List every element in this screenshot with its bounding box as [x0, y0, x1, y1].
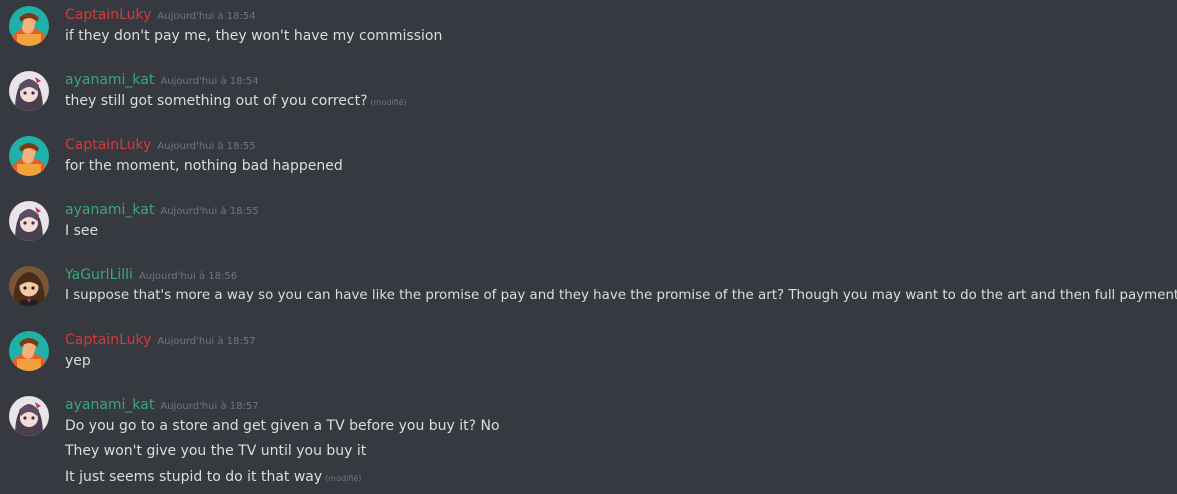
- message-header: CaptainLuky Aujourd'hui à 18:57: [65, 329, 256, 352]
- captainluky-avatar-icon[interactable]: [9, 6, 49, 46]
- message-group: CaptainLuky Aujourd'hui à 18:57 yep: [0, 325, 1177, 390]
- message-timestamp[interactable]: Aujourd'hui à 18:54: [160, 76, 258, 87]
- author-name[interactable]: ayanami_kat: [65, 397, 154, 413]
- message-timestamp[interactable]: Aujourd'hui à 18:56: [139, 271, 237, 282]
- captainluky-avatar-icon[interactable]: [9, 331, 49, 371]
- edited-indicator: (modifié): [370, 98, 407, 107]
- message-text: I see: [65, 223, 99, 239]
- message-group: ayanami_kat Aujourd'hui à 18:57 Do you go…: [0, 390, 1177, 494]
- message-content: They won't give you the TV until you buy…: [65, 441, 366, 461]
- message-header: ayanami_kat Aujourd'hui à 18:57: [65, 394, 259, 417]
- message-header: ayanami_kat Aujourd'hui à 18:55: [65, 199, 259, 222]
- yagurllilli-avatar-icon[interactable]: [9, 266, 49, 306]
- author-name[interactable]: ayanami_kat: [65, 202, 154, 218]
- message-content: I suppose that's more a way so you can h…: [65, 286, 1177, 306]
- ayanami-kat-avatar-icon[interactable]: [9, 396, 49, 436]
- edited-indicator: (modifié): [325, 474, 362, 483]
- message-content: I see: [65, 221, 98, 241]
- message-group: ayanami_kat Aujourd'hui à 18:55 I see: [0, 195, 1177, 260]
- message-timestamp[interactable]: Aujourd'hui à 18:57: [160, 401, 258, 412]
- ayanami-kat-avatar-icon[interactable]: [9, 71, 49, 111]
- message-text: They won't give you the TV until you buy…: [65, 443, 367, 459]
- ayanami-kat-avatar-icon[interactable]: [9, 201, 49, 241]
- message-header: YaGurlLilli Aujourd'hui à 18:56: [65, 264, 237, 287]
- message-group: YaGurlLilli Aujourd'hui à 18:56 I suppose…: [0, 260, 1177, 325]
- message-text: It just seems stupid to do it that way: [65, 469, 323, 485]
- message-header: CaptainLuky Aujourd'hui à 18:55: [65, 134, 256, 157]
- author-name[interactable]: ayanami_kat: [65, 72, 154, 88]
- message-text: they still got something out of you corr…: [65, 93, 368, 109]
- author-name[interactable]: CaptainLuky: [65, 7, 151, 23]
- message-group: CaptainLuky Aujourd'hui à 18:54 if they d…: [0, 0, 1177, 65]
- message-group: ayanami_kat Aujourd'hui à 18:54 they stil…: [0, 65, 1177, 130]
- message-content: if they don't pay me, they won't have my…: [65, 26, 442, 46]
- author-name[interactable]: YaGurlLilli: [65, 267, 133, 283]
- message-timestamp[interactable]: Aujourd'hui à 18:57: [157, 336, 255, 347]
- message-text: for the moment, nothing bad happened: [65, 158, 343, 174]
- message-timestamp[interactable]: Aujourd'hui à 18:55: [157, 141, 255, 152]
- message-content: It just seems stupid to do it that way (m…: [65, 467, 361, 489]
- message-header: ayanami_kat Aujourd'hui à 18:54: [65, 69, 259, 92]
- captainluky-avatar-icon[interactable]: [9, 136, 49, 176]
- message-header: CaptainLuky Aujourd'hui à 18:54: [65, 4, 256, 27]
- message-timestamp[interactable]: Aujourd'hui à 18:55: [160, 206, 258, 217]
- message-text: Do you go to a store and get given a TV …: [65, 418, 500, 434]
- message-content: Do you go to a store and get given a TV …: [65, 416, 500, 436]
- chat-message-list: CaptainLuky Aujourd'hui à 18:54 if they d…: [0, 0, 1177, 494]
- message-text: if they don't pay me, they won't have my…: [65, 28, 443, 44]
- author-name[interactable]: CaptainLuky: [65, 332, 151, 348]
- author-name[interactable]: CaptainLuky: [65, 137, 151, 153]
- message-timestamp[interactable]: Aujourd'hui à 18:54: [157, 11, 255, 22]
- message-content: they still got something out of you corr…: [65, 91, 407, 113]
- message-group: CaptainLuky Aujourd'hui à 18:55 for the m…: [0, 130, 1177, 195]
- message-text: I suppose that's more a way so you can h…: [65, 288, 1177, 303]
- message-text: yep: [65, 353, 91, 369]
- message-content: yep: [65, 351, 91, 371]
- message-content: for the moment, nothing bad happened: [65, 156, 343, 176]
